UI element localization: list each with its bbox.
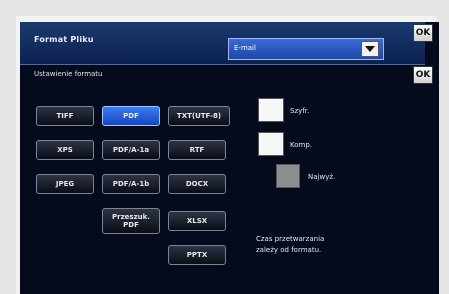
ok-button-format[interactable]: OK (413, 66, 433, 84)
format-pdfa1a-button[interactable]: PDF/A-1a (102, 140, 160, 160)
format-settings-title: Ustawienie formatu (34, 70, 103, 78)
compress-label: Komp. (290, 141, 313, 149)
ok-button-header[interactable]: OK (413, 24, 433, 42)
format-jpeg-button[interactable]: JPEG (36, 174, 94, 194)
file-format-header: Format Pliku E-mail (20, 22, 425, 65)
format-xps-button[interactable]: XPS (36, 140, 94, 160)
file-format-title: Format Pliku (34, 35, 94, 44)
format-searchable-pdf-button[interactable]: Przeszuk. PDF (102, 208, 160, 234)
format-docx-button[interactable]: DOCX (168, 174, 226, 194)
control-panel-screen: Format Pliku E-mail OK Ustawienie format… (20, 22, 439, 294)
destination-select[interactable]: E-mail (228, 38, 384, 60)
highest-compression-label: Najwyż. (308, 173, 336, 181)
format-tiff-button[interactable]: TIFF (36, 106, 94, 126)
processing-time-note: Czas przetwarzania zależy od formatu. (256, 234, 324, 256)
format-txt-button[interactable]: TXT(UTF-8) (168, 106, 230, 126)
format-rtf-button[interactable]: RTF (168, 140, 226, 160)
compress-checkbox[interactable] (258, 132, 284, 156)
note-line-1: Czas przetwarzania (256, 235, 325, 243)
format-xlsx-button[interactable]: XLSX (168, 211, 226, 231)
encrypt-label: Szyfr. (290, 107, 310, 115)
encrypt-checkbox[interactable] (258, 98, 284, 122)
highest-compression-checkbox[interactable] (276, 164, 300, 188)
destination-select-value: E-mail (234, 44, 256, 52)
note-line-2: zależy od formatu. (256, 246, 322, 254)
dropdown-arrow-icon[interactable] (361, 41, 379, 57)
format-pdf-button[interactable]: PDF (102, 106, 160, 126)
format-pptx-button[interactable]: PPTX (168, 245, 226, 265)
format-pdfa1b-button[interactable]: PDF/A-1b (102, 174, 160, 194)
